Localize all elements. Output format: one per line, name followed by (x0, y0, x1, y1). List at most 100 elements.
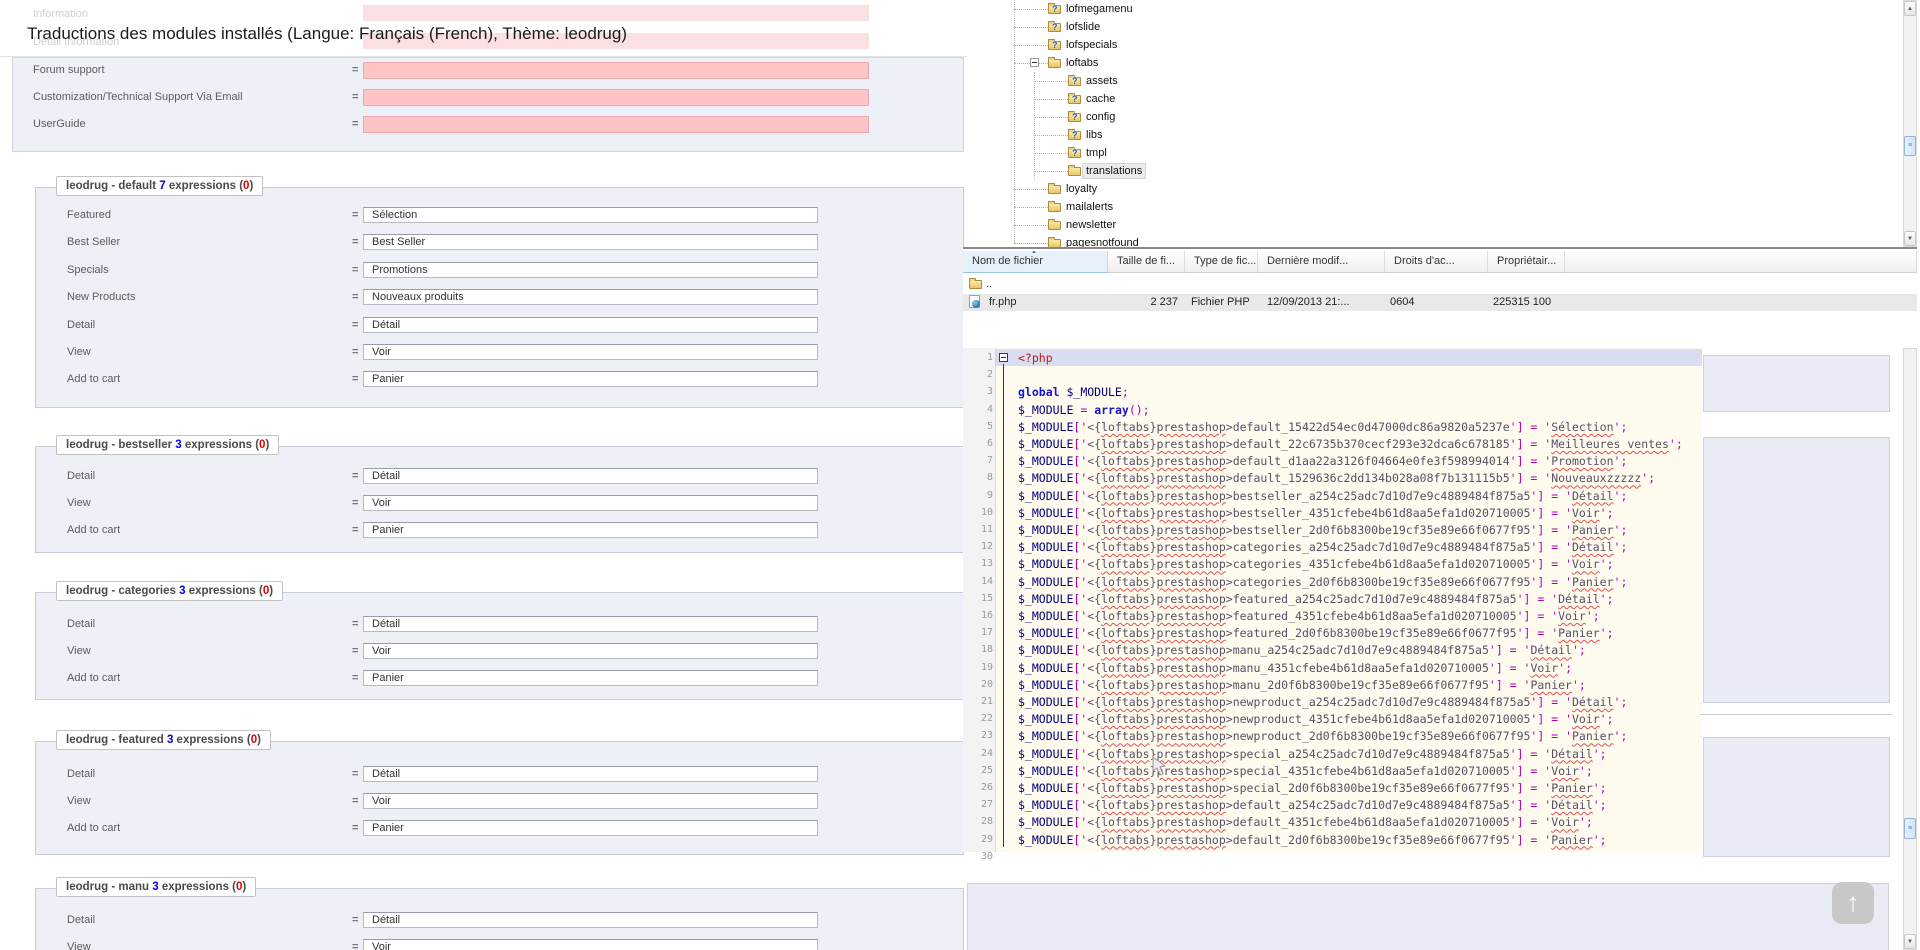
bottom-panel (967, 883, 1889, 950)
column-header-2[interactable]: Taille de fi... (1108, 251, 1185, 273)
tree-item-lofspecials[interactable]: lofspecials (1063, 38, 1120, 52)
translation-input-empty[interactable] (363, 62, 869, 79)
code-line: $_MODULE['<{loftabs}prestashop>special_2… (1018, 781, 1607, 795)
translation-input-empty[interactable] (363, 116, 869, 133)
tree-item-cache[interactable]: cache (1083, 92, 1118, 106)
module-section-legend: leodrug - default 7 expressions (0) (56, 176, 264, 196)
line-number: 13 (980, 558, 993, 570)
equals-sign: = (352, 941, 359, 950)
question-mark-icon: ? (1072, 148, 1078, 158)
translation-input[interactable]: Voir (363, 939, 818, 950)
field-label: Featured (67, 209, 112, 221)
tree-item-tmpl[interactable]: tmpl (1083, 146, 1110, 160)
tree-connector (1014, 207, 1048, 208)
translation-input[interactable]: Détail (363, 468, 818, 484)
translation-input[interactable]: Détail (363, 766, 818, 782)
tree-item-loyalty[interactable]: loyalty (1063, 182, 1100, 196)
code-line: $_MODULE['<{loftabs}prestashop>default_1… (1018, 471, 1656, 486)
scroll-to-top-button[interactable]: ↑ (1832, 882, 1874, 924)
translation-input-empty[interactable] (363, 89, 869, 106)
folder-icon (969, 278, 982, 289)
column-header-6[interactable]: Propriétair... (1488, 251, 1565, 273)
tree-item-config[interactable]: config (1083, 110, 1118, 124)
translation-input[interactable]: Voir (363, 643, 818, 659)
file-row-selected[interactable] (963, 294, 1917, 311)
field-label: Add to cart (67, 373, 121, 386)
translation-input[interactable]: Détail (363, 912, 818, 928)
code-line: $_MODULE['<{loftabs}prestashop>categorie… (1018, 557, 1614, 572)
translation-input[interactable]: Panier (363, 371, 818, 388)
field-label: Detail (67, 470, 96, 482)
file-modified: 12/09/2013 21:... (1267, 296, 1350, 308)
field-label: View (67, 346, 91, 358)
tree-connector (1034, 99, 1068, 100)
translation-input[interactable]: Voir (363, 344, 818, 360)
translation-input[interactable]: Panier (363, 820, 818, 836)
column-header-3[interactable]: Type de fic... (1185, 251, 1258, 273)
tree-connector (1034, 171, 1068, 172)
line-number: 2 (986, 369, 993, 381)
folder-icon (1048, 201, 1061, 212)
translation-input[interactable]: Panier (363, 670, 818, 686)
tree-connector (1014, 45, 1048, 46)
tree-collapse-icon[interactable] (1030, 58, 1039, 67)
translation-input[interactable]: Nouveaux produits (363, 289, 818, 306)
file-row-up[interactable]: .. (986, 278, 992, 290)
equals-sign: = (352, 497, 359, 509)
tree-item-mailalerts[interactable]: mailalerts (1063, 200, 1116, 214)
tree-scrollbar[interactable]: ▲ ≡ ▼ (1903, 0, 1917, 247)
scrollbar-up-icon[interactable]: ▲ (1904, 1, 1916, 16)
page-scrollbar-thumb[interactable]: ≡ (1904, 818, 1916, 839)
file-owner: 225315 100 (1493, 296, 1552, 308)
line-number: 6 (986, 438, 993, 449)
tree-item-loftabs[interactable]: loftabs (1063, 56, 1101, 70)
tree-item-lofmegamenu[interactable]: lofmegamenu (1063, 2, 1136, 16)
question-mark-icon: ? (1072, 130, 1078, 140)
translation-input[interactable]: Détail (363, 316, 818, 333)
line-number: 17 (980, 627, 993, 639)
translation-input[interactable]: Sélection (363, 207, 818, 223)
equals-sign: = (352, 618, 359, 630)
tree-item-libs[interactable]: libs (1083, 128, 1106, 142)
folder-icon (1068, 165, 1081, 176)
translation-input[interactable]: Voir (363, 495, 818, 511)
code-fold-icon[interactable] (999, 353, 1008, 362)
translation-input[interactable]: Promotions (363, 261, 818, 278)
tree-item-translations[interactable]: translations (1081, 163, 1147, 179)
column-header-1[interactable]: Nom de fichier ▲ (963, 251, 1108, 273)
translation-input[interactable]: Panier (363, 522, 818, 538)
code-line: $_MODULE['<{loftabs}prestashop>default_2… (1018, 437, 1683, 451)
column-header-4[interactable]: Dernière modif... (1258, 251, 1385, 273)
page-scrollbar[interactable]: ≡ ▼ (1903, 348, 1917, 950)
tree-connector (1034, 135, 1068, 136)
translation-input[interactable]: Détail (363, 616, 818, 632)
equals-sign: = (352, 470, 359, 482)
equals-sign: = (352, 346, 359, 358)
line-number: 30 (980, 850, 993, 862)
equals-sign: = (352, 291, 359, 304)
equals-sign: = (352, 91, 359, 103)
field-label: Detail (67, 768, 96, 780)
column-header-5[interactable]: Droits d'ac... (1385, 251, 1488, 273)
code-line: $_MODULE['<{loftabs}prestashop>manu_2d0f… (1018, 677, 1586, 692)
tree-connector (1034, 81, 1068, 82)
equals-sign: = (352, 64, 359, 76)
tree-item-newsletter[interactable]: newsletter (1063, 218, 1119, 232)
equals-sign: = (352, 373, 359, 386)
code-line: $_MODULE = array(); (1018, 402, 1150, 417)
tree-item-lofslide[interactable]: lofslide (1063, 20, 1103, 34)
scrollbar-down-icon[interactable]: ▼ (1904, 231, 1916, 246)
question-mark-icon: ? (1052, 22, 1058, 32)
field-label: View (67, 497, 91, 509)
tree-item-assets[interactable]: assets (1083, 74, 1121, 88)
side-panel-top (1703, 355, 1890, 412)
tree-connector (1014, 9, 1048, 10)
translation-input[interactable]: Best Seller (363, 234, 818, 251)
scrollbar-down-icon[interactable]: ▼ (1904, 934, 1916, 949)
translation-input[interactable]: Voir (363, 793, 818, 809)
line-number: 9 (986, 489, 993, 501)
tree-scrollbar-thumb[interactable]: ≡ (1904, 136, 1916, 156)
code-line: $_MODULE['<{loftabs}prestashop>categorie… (1018, 574, 1628, 589)
ghost-pink-field (363, 5, 869, 21)
line-number: 5 (986, 420, 993, 432)
